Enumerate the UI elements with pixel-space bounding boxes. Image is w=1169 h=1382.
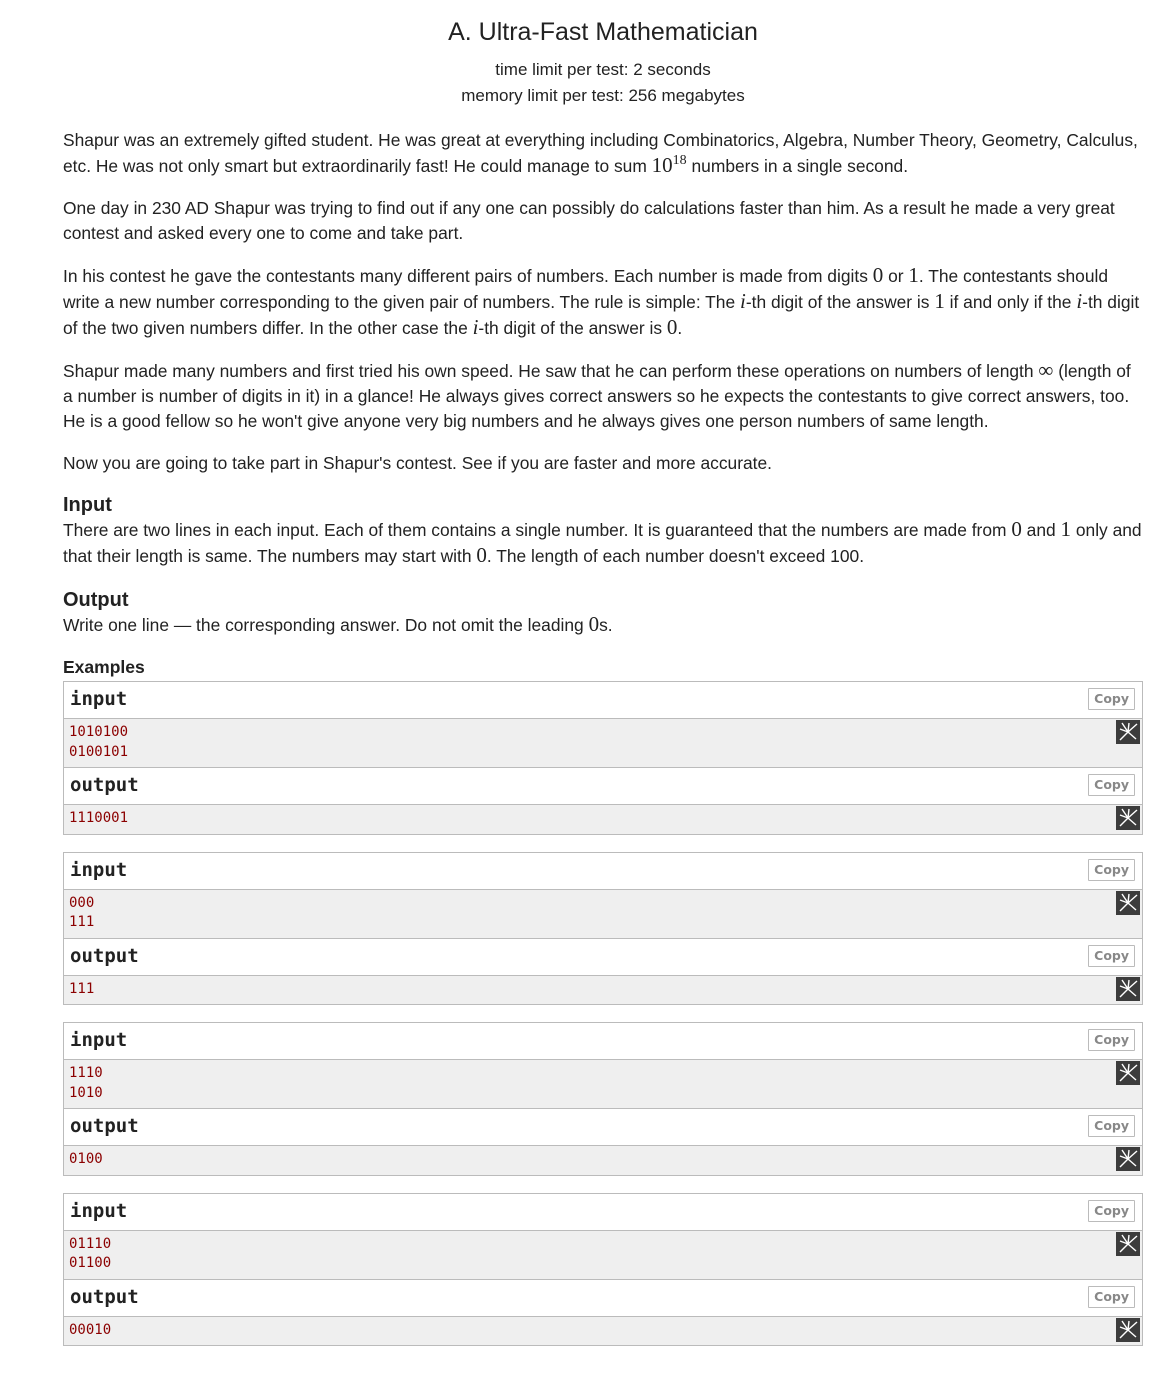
copy-output-button[interactable]: Copy	[1088, 1285, 1135, 1308]
input-line: 1110	[69, 1065, 103, 1081]
run-example-icon[interactable]	[1116, 1061, 1140, 1085]
output-header: output Copy	[64, 1109, 1142, 1146]
output-data: 1110001	[64, 805, 1142, 834]
run-example-icon[interactable]	[1116, 720, 1140, 744]
output-specification: Write one line — the corresponding answe…	[63, 612, 613, 636]
statement-paragraph-1: Shapur was an extremely gifted student. …	[63, 130, 1138, 177]
output-label: output	[70, 774, 139, 796]
example-test: input Copy 1110 1010 output Copy 0100	[63, 1022, 1143, 1176]
input-line: 0100101	[69, 743, 129, 760]
output-line: 00010	[69, 1321, 112, 1338]
input-section-title: Input	[63, 494, 112, 516]
input-label: input	[70, 1199, 128, 1222]
input-line: 01100	[69, 1255, 112, 1271]
input-data: 1110 1010	[64, 1060, 1142, 1109]
problem-statement: A. Ultra-Fast Mathematician time limit p…	[63, 0, 1143, 678]
copy-output-button[interactable]: Copy	[1088, 1115, 1135, 1137]
input-line: 01110	[69, 1235, 112, 1252]
problem-title: A. Ultra-Fast Mathematician	[448, 18, 758, 46]
output-line: 1110001	[69, 810, 129, 826]
output-label: output	[70, 1115, 139, 1137]
input-line: 111	[69, 914, 95, 930]
input-line: 000	[69, 894, 95, 911]
output-data: 111	[64, 975, 1142, 1004]
input-label: input	[70, 858, 128, 881]
output-line: 111	[69, 980, 95, 997]
example-test: input Copy 01110 01100 output Copy 00010	[63, 1192, 1143, 1346]
input-header: input Copy	[64, 852, 1142, 890]
run-example-icon[interactable]	[1116, 890, 1140, 915]
input-label: input	[70, 1029, 128, 1051]
output-section-title: Output	[63, 589, 129, 611]
statement-paragraph-2: One day in 230 AD Shapur was trying to f…	[63, 198, 1115, 243]
example-test: input Copy 000 111 output Copy 111	[63, 851, 1143, 1005]
run-example-icon[interactable]	[1116, 1317, 1140, 1342]
output-data: 00010	[64, 1316, 1142, 1345]
input-line: 1010	[69, 1084, 103, 1101]
copy-input-button[interactable]: Copy	[1088, 858, 1135, 881]
example-test: input Copy 1010100 0100101 output Copy 1110001	[63, 681, 1143, 835]
statement-paragraph-5: Now you are going to take part in Shapur…	[63, 453, 772, 473]
output-data: 0100	[64, 1146, 1142, 1175]
examples-list: input Copy 1010100 0100101 output Copy 1110001…	[63, 681, 1143, 1363]
input-specification: There are two lines in each input. Each …	[63, 517, 1142, 567]
output-label: output	[70, 944, 139, 967]
memory-limit: memory limit per test: 256 megabytes	[461, 86, 745, 105]
input-header: input Copy	[64, 1193, 1142, 1231]
input-header: input Copy	[64, 682, 1142, 719]
output-header: output Copy	[64, 768, 1142, 805]
output-header: output Copy	[64, 938, 1142, 976]
input-data: 000 111	[64, 889, 1142, 939]
output-line: 0100	[69, 1151, 103, 1167]
statement-paragraph-3: In his contest he gave the contestants m…	[63, 263, 1140, 339]
copy-input-button[interactable]: Copy	[1088, 1199, 1135, 1222]
input-label: input	[70, 688, 128, 710]
run-example-icon[interactable]	[1116, 806, 1140, 830]
copy-input-button[interactable]: Copy	[1088, 688, 1135, 710]
run-example-icon[interactable]	[1116, 1231, 1140, 1256]
examples-title: Examples	[63, 657, 145, 677]
copy-input-button[interactable]: Copy	[1088, 1029, 1135, 1051]
run-example-icon[interactable]	[1116, 1147, 1140, 1171]
input-header: input Copy	[64, 1023, 1142, 1060]
copy-output-button[interactable]: Copy	[1088, 944, 1135, 967]
output-label: output	[70, 1285, 139, 1308]
input-data: 1010100 0100101	[64, 719, 1142, 768]
time-limit: time limit per test: 2 seconds	[495, 60, 711, 79]
statement-paragraph-4: Shapur made many numbers and first tried…	[63, 358, 1131, 431]
input-data: 01110 01100	[64, 1230, 1142, 1280]
copy-output-button[interactable]: Copy	[1088, 774, 1135, 796]
input-line: 1010100	[69, 724, 129, 740]
run-example-icon[interactable]	[1116, 976, 1140, 1001]
output-header: output Copy	[64, 1279, 1142, 1317]
